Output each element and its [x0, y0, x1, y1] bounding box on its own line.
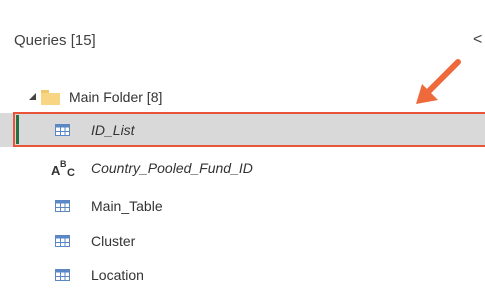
annotation-arrow-icon — [416, 59, 461, 104]
collapse-pane-button[interactable]: < — [473, 30, 485, 50]
queries-pane: Queries [15] < Main Folder [8] ID_List A… — [0, 0, 485, 293]
query-item-cluster[interactable]: Cluster — [0, 224, 485, 258]
highlight-outline — [13, 112, 485, 147]
abc-text-icon: A B C — [51, 159, 75, 179]
query-item-country-pooled-fund-id[interactable]: A B C Country_Pooled_Fund_ID — [0, 151, 485, 185]
query-item-main-table[interactable]: Main_Table — [0, 189, 485, 223]
query-label: Main_Table — [91, 198, 163, 214]
query-label: Country_Pooled_Fund_ID — [91, 160, 253, 176]
folder-icon — [41, 90, 60, 105]
query-item-location[interactable]: Location — [0, 258, 485, 292]
table-icon — [55, 200, 70, 212]
folder-label: Main Folder [8] — [69, 89, 163, 105]
triangle-expanded-icon[interactable] — [29, 93, 36, 100]
queries-pane-title: Queries [15] — [14, 32, 96, 49]
query-label: Location — [91, 267, 144, 283]
query-label: Cluster — [91, 233, 136, 249]
table-icon — [55, 269, 70, 281]
table-icon — [55, 235, 70, 247]
